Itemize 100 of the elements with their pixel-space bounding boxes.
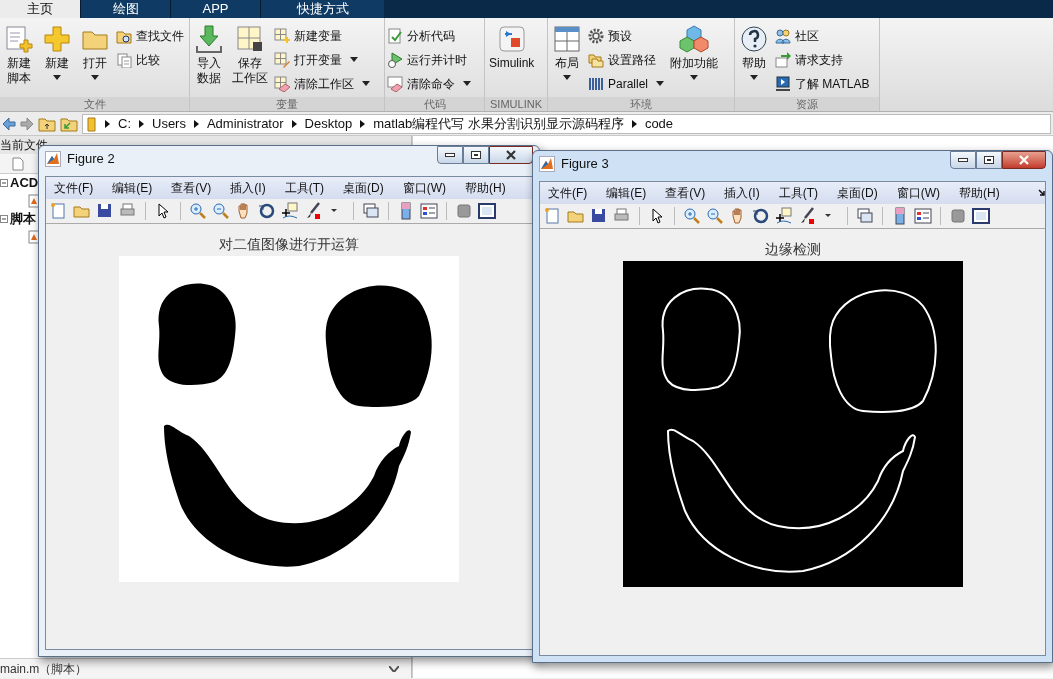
menu-item[interactable]: 编辑(E) <box>606 184 647 202</box>
save-icon[interactable] <box>590 207 608 225</box>
ribbon-button[interactable]: 分析代码 <box>387 26 471 45</box>
folder-arrow-icon[interactable] <box>60 115 78 132</box>
breadcrumb-item[interactable]: Users <box>152 113 186 134</box>
ribbon-button[interactable]: 社区 <box>775 26 870 45</box>
brush-icon[interactable] <box>304 202 322 220</box>
ribbon-button[interactable]: 清除工作区 <box>274 74 370 93</box>
menu-item[interactable]: 编辑(E) <box>112 179 153 197</box>
overflow-arrow-icon[interactable] <box>1037 189 1046 197</box>
zoom-in-icon[interactable] <box>683 207 701 225</box>
ribbon-tab[interactable]: 快捷方式 <box>260 0 384 18</box>
ribbon-button[interactable]: Simulink <box>487 22 537 71</box>
forward-arrow-icon[interactable] <box>20 116 34 131</box>
grid-plus-icon <box>274 27 290 44</box>
caret-icon[interactable] <box>656 81 665 86</box>
menu-item[interactable]: 窗口(W) <box>896 184 940 202</box>
ribbon-button[interactable]: 打开变量 <box>274 50 370 69</box>
menu-item[interactable]: 工具(T) <box>778 184 818 202</box>
square-icon[interactable] <box>455 202 473 220</box>
ribbon-button[interactable]: 设置路径 <box>588 50 665 69</box>
save-icon[interactable] <box>96 202 114 220</box>
caret-icon[interactable] <box>362 81 370 86</box>
minimize-button[interactable] <box>437 146 463 164</box>
breadcrumb-item[interactable]: code <box>644 113 674 134</box>
menu-item[interactable]: 桌面(D) <box>837 184 878 202</box>
ribbon-button[interactable]: 了解 MATLAB <box>775 74 870 93</box>
square-icon[interactable] <box>949 207 967 225</box>
back-arrow-icon[interactable] <box>2 116 16 131</box>
menu-item[interactable]: 工具(T) <box>284 179 324 197</box>
ribbon-button[interactable]: 导入 数据 <box>192 22 226 86</box>
ribbon-button[interactable]: 新建 脚本 <box>2 22 36 86</box>
ribbon-button[interactable]: 预设 <box>588 26 665 45</box>
ribbon-button[interactable]: 新建 <box>40 22 74 80</box>
minimize-button[interactable] <box>950 151 976 169</box>
ribbon-tab[interactable]: 绘图 <box>80 0 170 18</box>
caret-icon[interactable] <box>750 75 758 80</box>
menu-item[interactable]: 插入(I) <box>724 184 760 202</box>
ribbon-button[interactable]: 运行并计时 <box>387 50 471 69</box>
rotate-icon[interactable] <box>258 202 276 220</box>
caret-icon[interactable] <box>350 57 358 62</box>
ribbon-button[interactable]: Parallel <box>588 74 665 93</box>
ribbon-tab[interactable]: APP <box>170 0 260 18</box>
parallel-bars-icon <box>588 75 604 92</box>
breadcrumb-arrow-icon <box>139 119 144 128</box>
breadcrumb-item[interactable]: Desktop <box>304 113 353 134</box>
linked-windows-icon[interactable] <box>856 207 874 225</box>
ribbon-button[interactable]: 查找文件 <box>116 26 184 45</box>
brush-icon[interactable] <box>798 207 816 225</box>
menu-item[interactable]: 查看(V) <box>171 179 212 197</box>
caret-icon[interactable] <box>91 75 99 80</box>
frame-icon[interactable] <box>478 202 496 220</box>
rotate-icon[interactable] <box>752 207 770 225</box>
ribbon-button[interactable]: 保存 工作区 <box>230 22 270 86</box>
menu-item[interactable]: 文件(F) <box>54 179 94 197</box>
menu-item[interactable]: 帮助(H) <box>465 179 506 197</box>
eraser-icon <box>387 75 403 92</box>
legend-icon[interactable] <box>420 202 438 220</box>
chevron-icon[interactable] <box>389 665 399 672</box>
caret-icon[interactable] <box>690 75 699 80</box>
menu-item[interactable]: 查看(V) <box>665 184 706 202</box>
ribbon-button[interactable]: 布局 <box>550 22 584 80</box>
linked-windows-icon[interactable] <box>362 202 380 220</box>
legend-icon[interactable] <box>914 207 932 225</box>
ribbon-button[interactable]: 打开 <box>78 22 112 80</box>
menu-item[interactable]: 窗口(W) <box>402 179 446 197</box>
zoom-out-icon[interactable] <box>706 207 724 225</box>
ribbon-tab[interactable]: 主页 <box>0 0 80 18</box>
collapse-icon[interactable] <box>0 215 8 223</box>
ribbon-button[interactable]: 请求支持 <box>775 50 870 69</box>
ribbon-button[interactable]: 附加功能 <box>668 22 721 80</box>
folder-up-icon[interactable] <box>38 115 56 132</box>
ribbon-button[interactable]: 新建变量 <box>274 26 370 45</box>
menu-item[interactable]: 插入(I) <box>230 179 266 197</box>
menu-item[interactable]: 文件(F) <box>548 184 588 202</box>
ribbon-button[interactable]: 比较 <box>116 50 184 69</box>
folder-name[interactable]: ACD <box>10 173 39 193</box>
menu-item[interactable]: 帮助(H) <box>959 184 1000 202</box>
caret-icon[interactable] <box>563 75 571 80</box>
data-cursor-icon[interactable] <box>775 207 793 225</box>
close-button[interactable] <box>489 146 533 164</box>
data-cursor-icon[interactable] <box>281 202 299 220</box>
menu-item[interactable]: 桌面(D) <box>343 179 384 197</box>
breadcrumb-item[interactable]: Administrator <box>206 113 284 134</box>
ribbon-button[interactable]: 清除命令 <box>387 74 471 93</box>
caret-icon[interactable] <box>53 75 61 80</box>
close-icon <box>506 150 516 160</box>
caret-icon[interactable] <box>463 81 471 86</box>
zoom-in-icon[interactable] <box>189 202 207 220</box>
collapse-icon[interactable] <box>0 179 8 187</box>
folder-name[interactable]: 脚本 <box>10 209 36 229</box>
path-field[interactable]: C: Users Administrator Desktop matlab编程代写 水果分割识别显示源码程序 code <box>82 113 1051 134</box>
frame-icon[interactable] <box>972 207 990 225</box>
breadcrumb-item[interactable]: matlab编程代写 水果分割识别显示源码程序 <box>373 113 624 134</box>
zoom-out-icon[interactable] <box>212 202 230 220</box>
breadcrumb-item[interactable]: C: <box>118 113 131 134</box>
maximize-button[interactable] <box>463 146 489 164</box>
maximize-button[interactable] <box>976 151 1002 169</box>
close-button[interactable] <box>1002 151 1046 169</box>
ribbon-button[interactable]: 帮助 <box>737 22 771 80</box>
